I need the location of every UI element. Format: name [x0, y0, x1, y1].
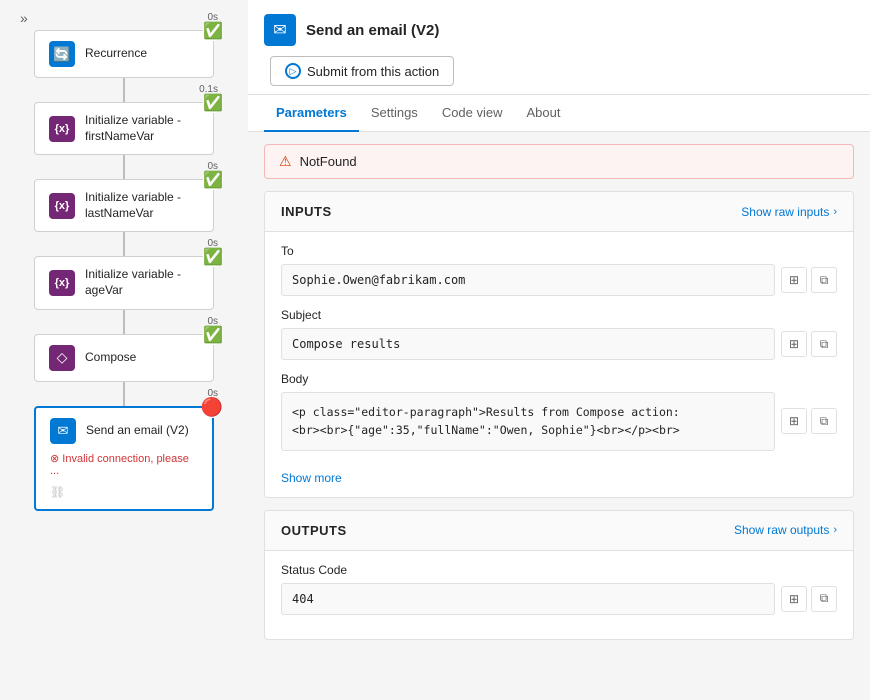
show-raw-outputs[interactable]: Show raw outputs ›	[734, 523, 837, 537]
outputs-body: Status Code 404 ⊞ ⧉	[265, 551, 853, 639]
to-table-btn[interactable]: ⊞	[781, 267, 807, 293]
send-email-icon: ✉	[50, 418, 76, 444]
tab-about[interactable]: About	[515, 95, 573, 132]
compose-label: Compose	[85, 350, 199, 366]
error-text: ⊗ Invalid connection, please ...	[50, 452, 198, 477]
not-found-banner: ⚠ NotFound	[264, 144, 854, 179]
recurrence-label: Recurrence	[85, 46, 199, 62]
right-panel: ✉ Send an email (V2) ▷ Submit from this …	[248, 0, 870, 700]
subject-table-btn[interactable]: ⊞	[781, 331, 807, 357]
subject-copy-btn[interactable]: ⧉	[811, 331, 837, 357]
inputs-body: To Sophie.Owen@fabrikam.com ⊞ ⧉ Subject …	[265, 232, 853, 497]
inputs-title: INPUTS	[281, 204, 332, 219]
action-header-icon: ✉	[264, 14, 296, 46]
subject-field-row: Compose results ⊞ ⧉	[281, 328, 837, 360]
to-field-row: Sophie.Owen@fabrikam.com ⊞ ⧉	[281, 264, 837, 296]
flow-node-send-email[interactable]: ✉ Send an email (V2) 🔴 ⊗ Invalid connect…	[34, 406, 214, 511]
init-firstname-badge: ✅	[203, 93, 223, 113]
connector	[123, 78, 125, 102]
link-icon: ⛓	[50, 485, 65, 499]
send-email-badge: 🔴	[202, 398, 222, 418]
init-firstname-icon: {x}	[49, 116, 75, 142]
inputs-section: INPUTS Show raw inputs › To Sophie.Owen@…	[264, 191, 854, 498]
compose-badge: ✅	[203, 325, 223, 345]
subject-value: Compose results	[281, 328, 775, 360]
to-copy-btn[interactable]: ⧉	[811, 267, 837, 293]
init-lastname-icon: {x}	[49, 193, 75, 219]
flow-node-recurrence[interactable]: 🔄 Recurrence ✅	[34, 30, 214, 78]
tab-bar: Parameters Settings Code view About	[248, 95, 870, 132]
status-code-field-row: 404 ⊞ ⧉	[281, 583, 837, 615]
tab-settings[interactable]: Settings	[359, 95, 430, 132]
body-table-btn[interactable]: ⊞	[781, 408, 807, 434]
status-code-label: Status Code	[281, 563, 837, 577]
outputs-section: OUTPUTS Show raw outputs › Status Code 4…	[264, 510, 854, 640]
init-lastname-badge: ✅	[203, 170, 223, 190]
body-copy-btn[interactable]: ⧉	[811, 408, 837, 434]
flow-node-init-age[interactable]: {x} Initialize variable - ageVar ✅	[34, 256, 214, 309]
warning-icon: ⚠	[279, 153, 292, 170]
init-firstname-label: Initialize variable - firstNameVar	[85, 113, 199, 144]
to-field-actions: ⊞ ⧉	[781, 267, 837, 293]
recurrence-badge: ✅	[203, 21, 223, 41]
connector	[123, 155, 125, 179]
connector	[123, 382, 125, 406]
body-field-row: <p class="editor-paragraph">Results from…	[281, 392, 837, 451]
action-title-row: ✉ Send an email (V2)	[264, 14, 439, 46]
flow-node-init-firstname[interactable]: {x} Initialize variable - firstNameVar ✅	[34, 102, 214, 155]
flow-node-init-lastname[interactable]: {x} Initialize variable - lastNameVar ✅	[34, 179, 214, 232]
send-email-label: Send an email (V2)	[86, 423, 198, 439]
recurrence-icon: 🔄	[49, 41, 75, 67]
compose-icon: ◇	[49, 345, 75, 371]
outputs-title: OUTPUTS	[281, 523, 347, 538]
to-label: To	[281, 244, 837, 258]
not-found-text: NotFound	[300, 154, 357, 169]
subject-field-actions: ⊞ ⧉	[781, 331, 837, 357]
tab-codeview[interactable]: Code view	[430, 95, 515, 132]
show-raw-inputs[interactable]: Show raw inputs ›	[741, 205, 837, 219]
submit-label: Submit from this action	[307, 64, 439, 79]
action-header: ✉ Send an email (V2) ▷ Submit from this …	[248, 0, 870, 95]
body-label: Body	[281, 372, 837, 386]
expand-arrow[interactable]: »	[16, 6, 32, 30]
main-content: ⚠ NotFound INPUTS Show raw inputs › To S…	[248, 132, 870, 700]
inputs-header: INPUTS Show raw inputs ›	[265, 192, 853, 232]
init-age-badge: ✅	[203, 247, 223, 267]
init-lastname-label: Initialize variable - lastNameVar	[85, 190, 199, 221]
chevron-right-icon: ›	[833, 206, 837, 218]
outputs-header: OUTPUTS Show raw outputs ›	[265, 511, 853, 551]
flow-canvas: » 0s 🔄 Recurrence ✅ 0.1s {x} Initialize …	[0, 0, 248, 700]
connector	[123, 232, 125, 256]
status-table-btn[interactable]: ⊞	[781, 586, 807, 612]
connector	[123, 310, 125, 334]
body-field-actions: ⊞ ⧉	[781, 408, 837, 434]
submit-icon: ▷	[285, 63, 301, 79]
subject-label: Subject	[281, 308, 837, 322]
status-code-field-actions: ⊞ ⧉	[781, 586, 837, 612]
status-copy-btn[interactable]: ⧉	[811, 586, 837, 612]
action-title: Send an email (V2)	[306, 22, 439, 39]
submit-button[interactable]: ▷ Submit from this action	[270, 56, 454, 86]
to-value: Sophie.Owen@fabrikam.com	[281, 264, 775, 296]
show-more-btn[interactable]: Show more	[281, 471, 342, 485]
flow-node-compose[interactable]: ◇ Compose ✅	[34, 334, 214, 382]
status-code-value: 404	[281, 583, 775, 615]
init-age-icon: {x}	[49, 270, 75, 296]
tab-parameters[interactable]: Parameters	[264, 95, 359, 132]
body-value: <p class="editor-paragraph">Results from…	[281, 392, 775, 451]
chevron-right-icon-outputs: ›	[833, 524, 837, 536]
init-age-label: Initialize variable - ageVar	[85, 267, 199, 298]
